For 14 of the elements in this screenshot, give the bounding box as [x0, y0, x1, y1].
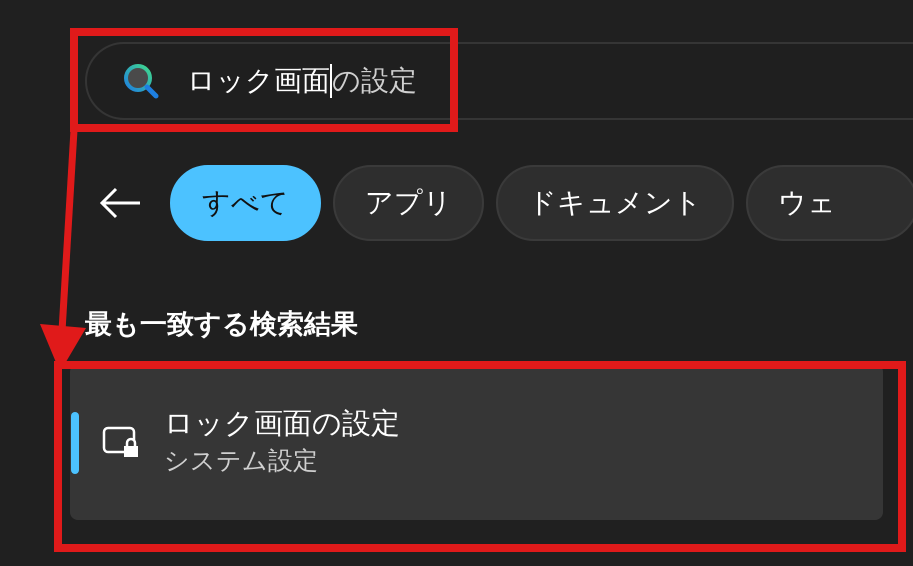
back-button[interactable] [98, 187, 142, 219]
search-icon [121, 61, 161, 101]
lock-screen-icon [102, 426, 140, 458]
result-subtitle: システム設定 [164, 445, 319, 478]
filter-tab[interactable]: ドキュメント [496, 165, 734, 241]
selection-indicator [71, 412, 79, 474]
search-field[interactable]: ロック画面の設定 [85, 42, 913, 120]
section-heading: 最も一致する検索結果 [85, 311, 359, 338]
autocomplete-text: の設定 [332, 67, 417, 95]
filter-tab[interactable]: アプリ [333, 165, 484, 241]
result-title: ロック画面の設定 [164, 406, 400, 442]
filter-tab[interactable]: すべて [170, 165, 321, 241]
filter-tab[interactable]: ウェ [746, 165, 913, 241]
search-text: ロック画面 [187, 67, 330, 95]
